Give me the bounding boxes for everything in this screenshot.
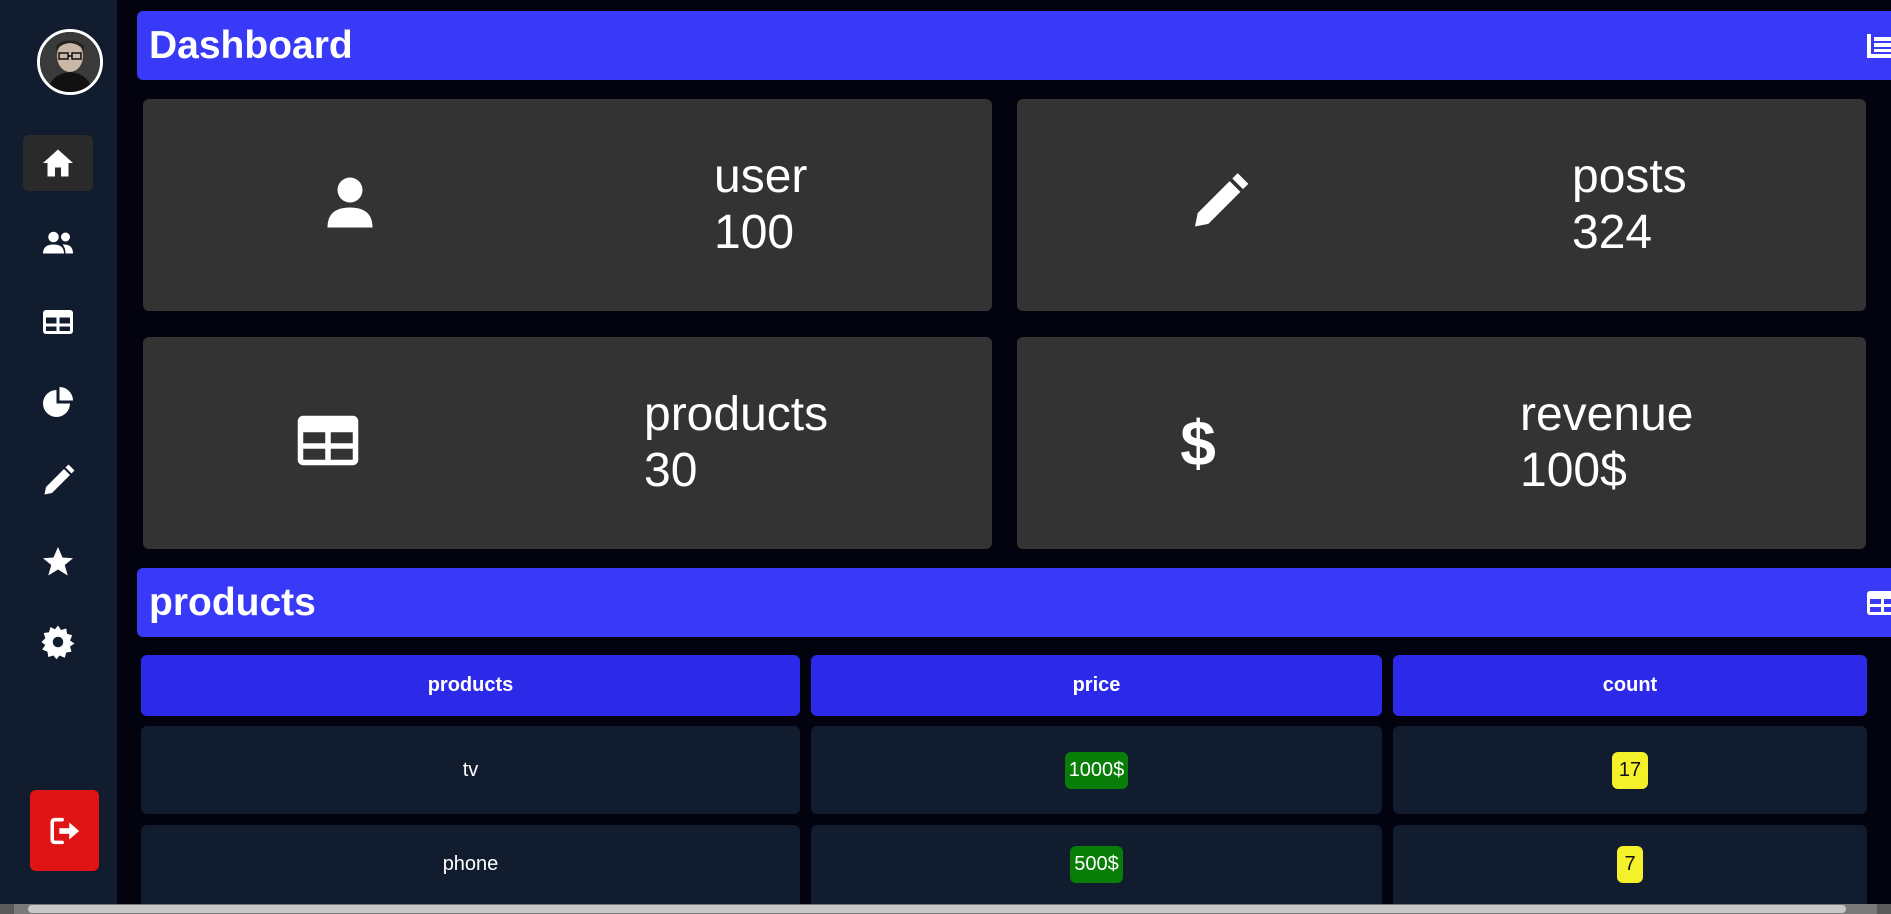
table-icon (295, 408, 361, 479)
sidebar-item-posts[interactable] (23, 453, 93, 509)
price-badge: 1000$ (1064, 751, 1129, 789)
gear-icon (41, 625, 75, 660)
sidebar-item-users[interactable] (23, 215, 93, 271)
table-cell-price: 500$ (811, 825, 1382, 904)
home-icon (43, 149, 73, 177)
sidebar-item-favorites[interactable] (23, 534, 93, 590)
list-chart-icon[interactable] (1865, 31, 1891, 61)
stat-value: 324 (1572, 206, 1653, 259)
table-cell-price: 1000$ (811, 726, 1382, 814)
column-header-count[interactable]: count (1393, 655, 1867, 716)
product-name: tv (462, 758, 479, 781)
sidebar-item-home[interactable] (23, 135, 93, 191)
column-header-products[interactable]: products (141, 655, 800, 716)
stat-label: posts (1572, 150, 1687, 203)
section-title: products (149, 580, 316, 624)
stat-card-posts: posts 324 (1017, 99, 1866, 311)
user-icon (320, 171, 380, 240)
scroll-right-arrow[interactable] (1877, 904, 1891, 914)
users-icon (43, 231, 73, 254)
sidebar-item-table[interactable] (23, 294, 93, 350)
count-badge: 7 (1617, 846, 1643, 883)
scroll-left-arrow[interactable] (0, 904, 14, 914)
stat-value: 100$ (1520, 444, 1627, 497)
stat-card-revenue: $ revenue 100$ (1017, 337, 1866, 549)
products-header: products (137, 568, 1891, 637)
table-cell-product: tv (141, 726, 800, 814)
product-name: phone (442, 853, 499, 875)
sidebar-item-charts[interactable] (23, 374, 93, 430)
sidebar-item-settings[interactable] (23, 614, 93, 670)
dashboard-header: Dashboard (137, 11, 1891, 80)
sidebar (0, 0, 117, 904)
logout-button[interactable] (30, 790, 99, 871)
count-badge: 17 (1611, 751, 1649, 789)
table-cell-count: 7 (1393, 825, 1867, 904)
stat-value: 100 (714, 206, 795, 259)
column-header-price[interactable]: price (811, 655, 1382, 716)
table-cell-count: 17 (1393, 726, 1867, 814)
table-icon[interactable] (1865, 588, 1891, 618)
price-badge: 500$ (1070, 846, 1123, 883)
stat-label: revenue (1520, 388, 1694, 441)
star-icon (43, 547, 73, 576)
avatar[interactable] (37, 29, 103, 95)
stat-card-user: user 100 (143, 99, 992, 311)
pencil-icon (1187, 171, 1251, 240)
dollar-icon: $ (1180, 407, 1216, 479)
stat-label: user (714, 150, 808, 203)
table-icon (43, 310, 73, 334)
table-cell-product: phone (141, 825, 800, 904)
stat-value: 30 (644, 444, 698, 497)
pencil-icon (44, 464, 75, 495)
page-title: Dashboard (149, 23, 353, 67)
sign-out-icon (49, 817, 79, 844)
stat-label: products (644, 388, 829, 441)
avatar-photo (40, 32, 100, 92)
pie-chart-icon (43, 387, 73, 417)
stat-card-products: products 30 (143, 337, 992, 549)
horizontal-scrollbar[interactable] (0, 904, 1891, 914)
scrollbar-thumb[interactable] (28, 905, 1846, 913)
